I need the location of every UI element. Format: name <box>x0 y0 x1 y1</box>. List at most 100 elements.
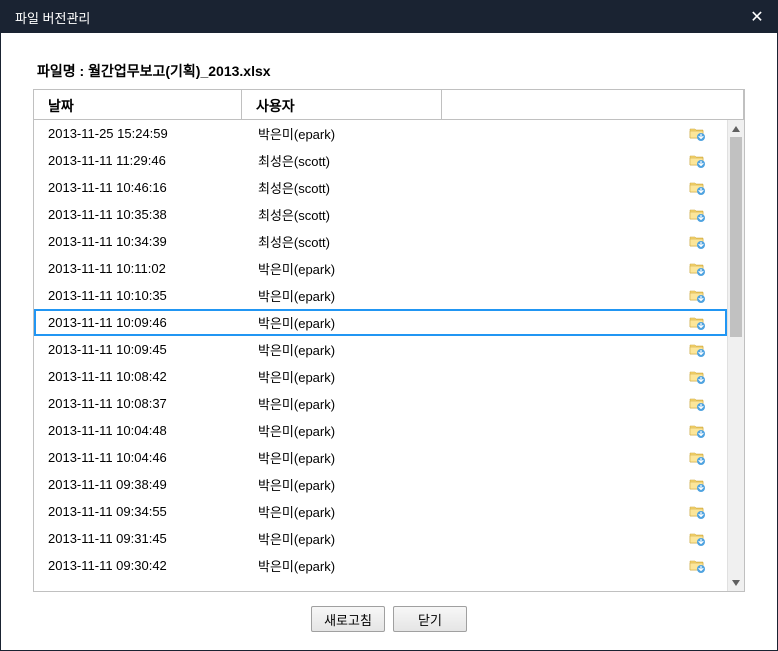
cell-action <box>444 369 727 385</box>
filename-prefix: 파일명 : <box>37 63 88 79</box>
cell-action <box>444 423 727 439</box>
cell-user: 박은미(epark) <box>244 367 444 386</box>
cell-date: 2013-11-11 09:34:55 <box>36 504 244 519</box>
cell-date: 2013-11-11 09:31:45 <box>36 531 244 546</box>
button-row: 새로고침 닫기 <box>33 592 745 632</box>
download-folder-icon[interactable] <box>689 423 705 439</box>
download-folder-icon[interactable] <box>689 288 705 304</box>
close-icon[interactable]: ✕ <box>747 7 767 27</box>
cell-date: 2013-11-11 09:38:49 <box>36 477 244 492</box>
cell-user: 박은미(epark) <box>244 556 444 575</box>
download-folder-icon[interactable] <box>689 504 705 520</box>
cell-user: 박은미(epark) <box>244 475 444 494</box>
cell-user: 박은미(epark) <box>244 124 444 143</box>
cell-date: 2013-11-11 10:09:46 <box>36 315 244 330</box>
vertical-scrollbar[interactable] <box>727 120 744 591</box>
cell-user: 박은미(epark) <box>244 259 444 278</box>
cell-action <box>444 207 727 223</box>
cell-date: 2013-11-11 10:04:46 <box>36 450 244 465</box>
table-row[interactable]: 2013-11-11 10:08:37박은미(epark) <box>34 390 727 417</box>
scroll-down-arrow-icon[interactable] <box>728 574 744 591</box>
table-row[interactable]: 2013-11-11 10:46:16최성은(scott) <box>34 174 727 201</box>
cell-action <box>444 531 727 547</box>
download-folder-icon[interactable] <box>689 450 705 466</box>
cell-user: 최성은(scott) <box>244 151 444 170</box>
scroll-up-arrow-icon[interactable] <box>728 120 744 137</box>
cell-user: 박은미(epark) <box>244 313 444 332</box>
column-header-date[interactable]: 날짜 <box>34 90 242 119</box>
cell-user: 박은미(epark) <box>244 529 444 548</box>
table-row[interactable]: 2013-11-11 10:04:46박은미(epark) <box>34 444 727 471</box>
refresh-button[interactable]: 새로고침 <box>311 606 385 632</box>
download-folder-icon[interactable] <box>689 207 705 223</box>
cell-date: 2013-11-11 10:35:38 <box>36 207 244 222</box>
download-folder-icon[interactable] <box>689 531 705 547</box>
table-row[interactable]: 2013-11-11 10:35:38최성은(scott) <box>34 201 727 228</box>
cell-action <box>444 396 727 412</box>
filename-value: 월간업무보고(기획)_2013.xlsx <box>88 63 270 79</box>
table-row[interactable]: 2013-11-25 15:24:59박은미(epark) <box>34 120 727 147</box>
table-header: 날짜 사용자 <box>34 90 744 120</box>
cell-action <box>444 450 727 466</box>
table-row[interactable]: 2013-11-11 10:11:02박은미(epark) <box>34 255 727 282</box>
cell-user: 박은미(epark) <box>244 286 444 305</box>
table-row[interactable]: 2013-11-11 11:29:46최성은(scott) <box>34 147 727 174</box>
table-row[interactable]: 2013-11-11 10:34:39최성은(scott) <box>34 228 727 255</box>
cell-action <box>444 342 727 358</box>
download-folder-icon[interactable] <box>689 342 705 358</box>
table-row[interactable]: 2013-11-11 09:31:45박은미(epark) <box>34 525 727 552</box>
cell-action <box>444 126 727 142</box>
cell-action <box>444 234 727 250</box>
download-folder-icon[interactable] <box>689 180 705 196</box>
download-folder-icon[interactable] <box>689 477 705 493</box>
table-body-wrapper: 2013-11-25 15:24:59박은미(epark) 2013-11-11… <box>34 120 744 591</box>
scroll-track[interactable] <box>728 137 744 574</box>
table-row[interactable]: 2013-11-11 09:30:42박은미(epark) <box>34 552 727 579</box>
download-folder-icon[interactable] <box>689 153 705 169</box>
cell-action <box>444 288 727 304</box>
download-folder-icon[interactable] <box>689 261 705 277</box>
download-folder-icon[interactable] <box>689 126 705 142</box>
table-body: 2013-11-25 15:24:59박은미(epark) 2013-11-11… <box>34 120 727 591</box>
column-header-user[interactable]: 사용자 <box>242 90 442 119</box>
window-title: 파일 버전관리 <box>15 8 90 27</box>
cell-user: 박은미(epark) <box>244 502 444 521</box>
cell-action <box>444 558 727 574</box>
titlebar: 파일 버전관리 ✕ <box>1 1 777 33</box>
cell-date: 2013-11-11 10:10:35 <box>36 288 244 303</box>
cell-action <box>444 315 727 331</box>
table-row[interactable]: 2013-11-11 10:08:42박은미(epark) <box>34 363 727 390</box>
download-folder-icon[interactable] <box>689 315 705 331</box>
cell-date: 2013-11-11 10:09:45 <box>36 342 244 357</box>
column-header-action <box>442 90 744 119</box>
cell-user: 박은미(epark) <box>244 394 444 413</box>
table-row[interactable]: 2013-11-11 10:09:45박은미(epark) <box>34 336 727 363</box>
download-folder-icon[interactable] <box>689 234 705 250</box>
table-row[interactable]: 2013-11-11 09:38:49박은미(epark) <box>34 471 727 498</box>
cell-date: 2013-11-25 15:24:59 <box>36 126 244 141</box>
download-folder-icon[interactable] <box>689 396 705 412</box>
cell-user: 최성은(scott) <box>244 232 444 251</box>
cell-action <box>444 261 727 277</box>
table-row[interactable]: 2013-11-11 10:09:46박은미(epark) <box>34 309 727 336</box>
download-folder-icon[interactable] <box>689 369 705 385</box>
table-row[interactable]: 2013-11-11 09:34:55박은미(epark) <box>34 498 727 525</box>
cell-user: 최성은(scott) <box>244 205 444 224</box>
cell-user: 박은미(epark) <box>244 421 444 440</box>
table-row[interactable]: 2013-11-11 10:10:35박은미(epark) <box>34 282 727 309</box>
cell-date: 2013-11-11 10:46:16 <box>36 180 244 195</box>
cell-action <box>444 477 727 493</box>
dialog-content: 파일명 : 월간업무보고(기획)_2013.xlsx 날짜 사용자 2013-1… <box>1 33 777 650</box>
cell-date: 2013-11-11 10:08:42 <box>36 369 244 384</box>
cell-action <box>444 504 727 520</box>
scroll-thumb[interactable] <box>730 137 742 337</box>
cell-user: 최성은(scott) <box>244 178 444 197</box>
cell-user: 박은미(epark) <box>244 448 444 467</box>
close-button[interactable]: 닫기 <box>393 606 467 632</box>
download-folder-icon[interactable] <box>689 558 705 574</box>
filename-row: 파일명 : 월간업무보고(기획)_2013.xlsx <box>33 61 745 81</box>
version-table: 날짜 사용자 2013-11-25 15:24:59박은미(epark) 201… <box>33 89 745 592</box>
cell-date: 2013-11-11 10:08:37 <box>36 396 244 411</box>
table-row[interactable]: 2013-11-11 10:04:48박은미(epark) <box>34 417 727 444</box>
dialog-window: 파일 버전관리 ✕ 파일명 : 월간업무보고(기획)_2013.xlsx 날짜 … <box>0 0 778 651</box>
